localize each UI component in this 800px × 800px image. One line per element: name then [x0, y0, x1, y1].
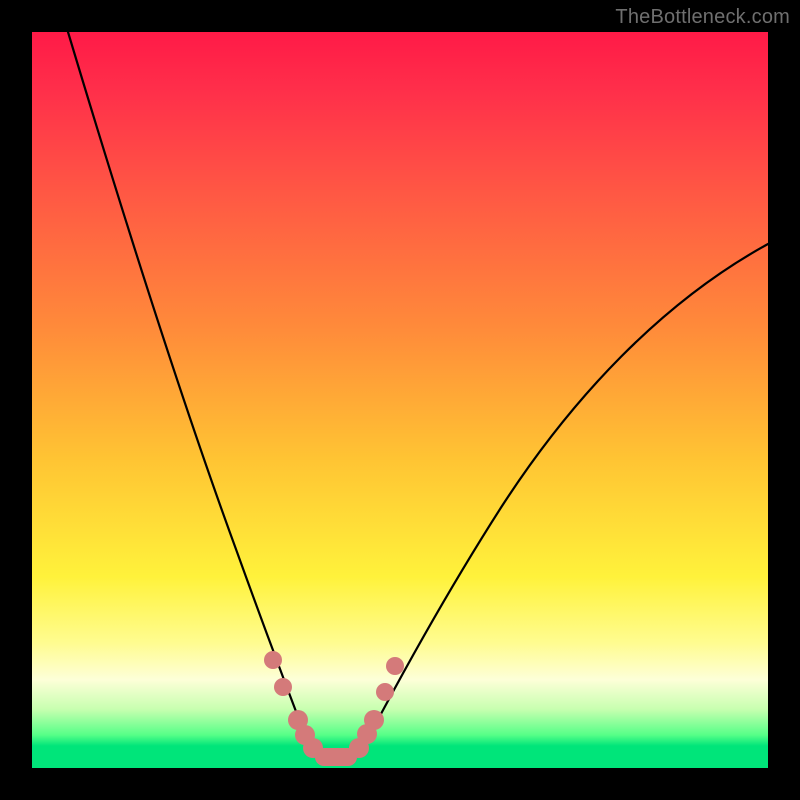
marker-dot [264, 651, 282, 669]
marker-dot [274, 678, 292, 696]
curve-right-branch [348, 244, 768, 757]
chart-frame: TheBottleneck.com [0, 0, 800, 800]
plot-area [32, 32, 768, 768]
watermark-text: TheBottleneck.com [615, 6, 790, 29]
chart-svg [32, 32, 768, 768]
marker-dot [364, 710, 384, 730]
marker-dot [376, 683, 394, 701]
marker-dot [386, 657, 404, 675]
curve-left-branch [68, 32, 324, 757]
